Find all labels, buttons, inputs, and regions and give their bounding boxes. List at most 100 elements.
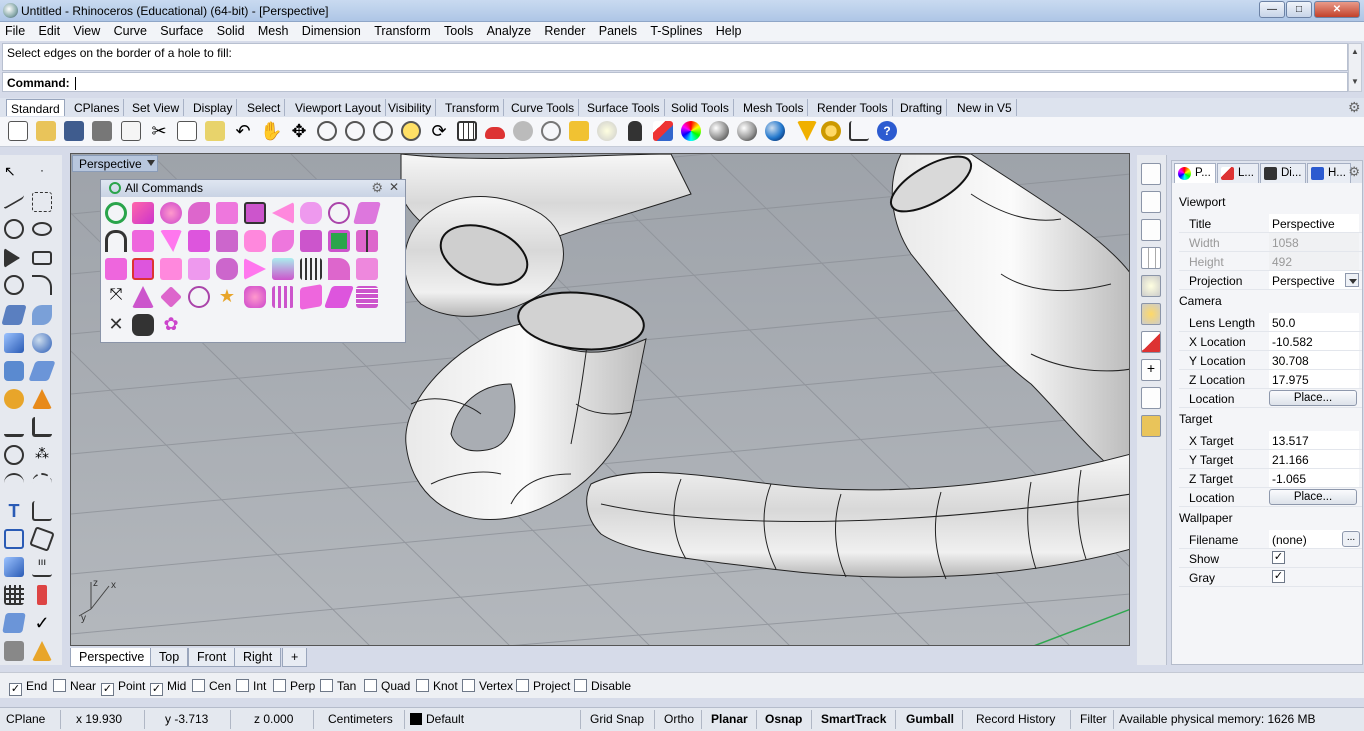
cmd-tplane-icon[interactable] xyxy=(353,202,381,224)
surface-icon[interactable] xyxy=(1,305,27,325)
y-location-field[interactable]: 30.708 xyxy=(1269,351,1359,369)
target-place-button[interactable]: Place... xyxy=(1269,489,1357,505)
maximize-button[interactable]: □ xyxy=(1286,1,1312,18)
osnap-tan[interactable]: Tan xyxy=(320,679,356,693)
cmd-tcurve-icon[interactable] xyxy=(328,258,350,280)
status-layer[interactable]: Default xyxy=(410,712,464,726)
cmd-tcheck-icon[interactable] xyxy=(328,230,350,252)
tab-mesh-tools[interactable]: Mesh Tools xyxy=(739,99,809,116)
rectangle-icon[interactable] xyxy=(32,251,52,265)
scroll-down-icon[interactable]: ▼ xyxy=(1349,74,1361,89)
rotate-view-icon[interactable]: ⟳ xyxy=(429,121,449,141)
grid-panel-icon[interactable] xyxy=(1141,247,1161,269)
cmd-tdiamond-icon[interactable] xyxy=(160,286,182,308)
open-file-icon[interactable] xyxy=(36,121,56,141)
tab-cplanes[interactable]: CPlanes xyxy=(70,99,125,116)
command-line[interactable]: Command: xyxy=(2,72,1348,92)
shaded-sphere-icon[interactable] xyxy=(709,121,729,141)
ortho-toggle[interactable]: Ortho xyxy=(664,712,694,726)
pan-hand-icon[interactable]: ✋ xyxy=(260,121,282,141)
tab-standard[interactable]: Standard xyxy=(6,99,65,116)
undo-icon[interactable]: ↶ xyxy=(233,121,253,141)
osnap-disable-checkbox[interactable] xyxy=(574,679,587,692)
osnap-near-checkbox[interactable] xyxy=(53,679,66,692)
menu-transform[interactable]: Transform xyxy=(369,22,436,38)
tab-curve-tools[interactable]: Curve Tools xyxy=(507,99,580,116)
tab-properties[interactable]: P... xyxy=(1174,163,1216,183)
menu-tools[interactable]: Tools xyxy=(439,22,478,38)
zoom-extents-icon[interactable] xyxy=(373,121,393,141)
osnap-mid[interactable]: ✓ Mid xyxy=(150,679,186,696)
osnap-project-checkbox[interactable] xyxy=(516,679,529,692)
y-target-field[interactable]: 21.166 xyxy=(1269,450,1359,468)
lightbulb-icon[interactable] xyxy=(597,121,617,141)
menu-analyze[interactable]: Analyze xyxy=(482,22,536,38)
cmd-tconvert-icon[interactable] xyxy=(272,258,294,280)
view-tab-top[interactable]: Top xyxy=(150,648,189,667)
lightbulb-panel-icon[interactable] xyxy=(1141,275,1161,297)
gumball-toggle[interactable]: Gumball xyxy=(906,712,954,726)
properties-icon[interactable] xyxy=(121,121,141,141)
array-icon[interactable] xyxy=(4,557,24,577)
polyline-icon[interactable] xyxy=(4,186,24,210)
zoom-window-icon[interactable] xyxy=(345,121,365,141)
menu-curve[interactable]: Curve xyxy=(109,22,152,38)
mesh-plane-icon[interactable] xyxy=(28,361,56,381)
zoom-icon[interactable] xyxy=(317,121,337,141)
cmd-toptions-gear-icon[interactable]: ✿ xyxy=(160,314,182,336)
scroll-up-icon[interactable]: ▲ xyxy=(1349,44,1361,59)
osnap-quad-checkbox[interactable] xyxy=(364,679,377,692)
osnap-perp-checkbox[interactable] xyxy=(273,679,286,692)
view-tab-perspective[interactable]: Perspective xyxy=(70,648,154,667)
layer-color-panel-icon[interactable] xyxy=(1141,331,1161,353)
cmd-tinsert-icon[interactable] xyxy=(188,230,210,252)
osnap-near[interactable]: Near xyxy=(53,679,96,693)
add-page-icon[interactable]: + xyxy=(1141,359,1161,381)
toolbar-gear-icon[interactable]: ⚙ xyxy=(1348,99,1361,116)
surface-edit-icon[interactable] xyxy=(32,305,52,325)
render-sphere-icon[interactable] xyxy=(765,121,785,141)
layer-icon[interactable] xyxy=(653,121,673,141)
tab-visibility[interactable]: Visibility xyxy=(384,99,437,116)
x-target-field[interactable]: 13.517 xyxy=(1269,431,1359,449)
cmd-tmerge-icon[interactable] xyxy=(216,258,238,280)
circle-icon[interactable] xyxy=(4,219,24,239)
check-icon[interactable]: ✓ xyxy=(32,613,52,633)
curve-cv-icon[interactable] xyxy=(32,192,52,212)
grid-points-icon[interactable]: ııı xyxy=(32,557,52,577)
menu-file[interactable]: File xyxy=(0,22,30,38)
cmd-ttube-icon[interactable] xyxy=(300,202,322,224)
osnap-quad[interactable]: Quad xyxy=(364,679,410,693)
cmd-power-icon[interactable] xyxy=(105,202,127,224)
list-panel-icon[interactable] xyxy=(1141,387,1161,409)
arc-edit-icon[interactable] xyxy=(4,473,24,493)
extrude-icon[interactable] xyxy=(4,361,24,381)
menu-help[interactable]: Help xyxy=(711,22,747,38)
lens-length-field[interactable]: 50.0 xyxy=(1269,313,1359,331)
tab-solid-tools[interactable]: Solid Tools xyxy=(667,99,734,116)
menu-solid[interactable]: Solid xyxy=(212,22,250,38)
cmd-tface-icon[interactable] xyxy=(188,258,210,280)
gray-checkbox[interactable]: ✓ xyxy=(1272,570,1285,583)
cmd-tloop-icon[interactable] xyxy=(216,230,238,252)
z-location-field[interactable]: 17.975 xyxy=(1269,370,1359,388)
move-view-icon[interactable]: ✥ xyxy=(289,121,309,141)
trim-icon[interactable] xyxy=(4,417,24,437)
cmd-tcube-icon[interactable] xyxy=(244,202,266,224)
status-cplane[interactable]: CPlane xyxy=(6,712,45,726)
tab-help[interactable]: H... xyxy=(1307,163,1351,183)
cmd-tfill-icon[interactable] xyxy=(300,230,322,252)
osnap-end[interactable]: ✓ End xyxy=(9,679,47,696)
cmd-tcross-icon[interactable]: ✕ xyxy=(105,314,127,336)
render-tool-icon[interactable] xyxy=(4,641,24,661)
cmd-tflag-icon[interactable] xyxy=(300,284,322,310)
cmd-tfan-icon[interactable] xyxy=(188,202,210,224)
projection-chevron-down-icon[interactable] xyxy=(1345,273,1359,287)
osnap-perp[interactable]: Perp xyxy=(273,679,315,693)
osnap-vertex-checkbox[interactable] xyxy=(462,679,475,692)
x-location-field[interactable]: -10.582 xyxy=(1269,332,1359,350)
record-history-toggle[interactable]: Record History xyxy=(976,712,1055,726)
tab-drafting[interactable]: Drafting xyxy=(896,99,948,116)
cmd-tbridge-icon[interactable] xyxy=(160,230,182,252)
zoom-selected-icon[interactable] xyxy=(401,121,421,141)
